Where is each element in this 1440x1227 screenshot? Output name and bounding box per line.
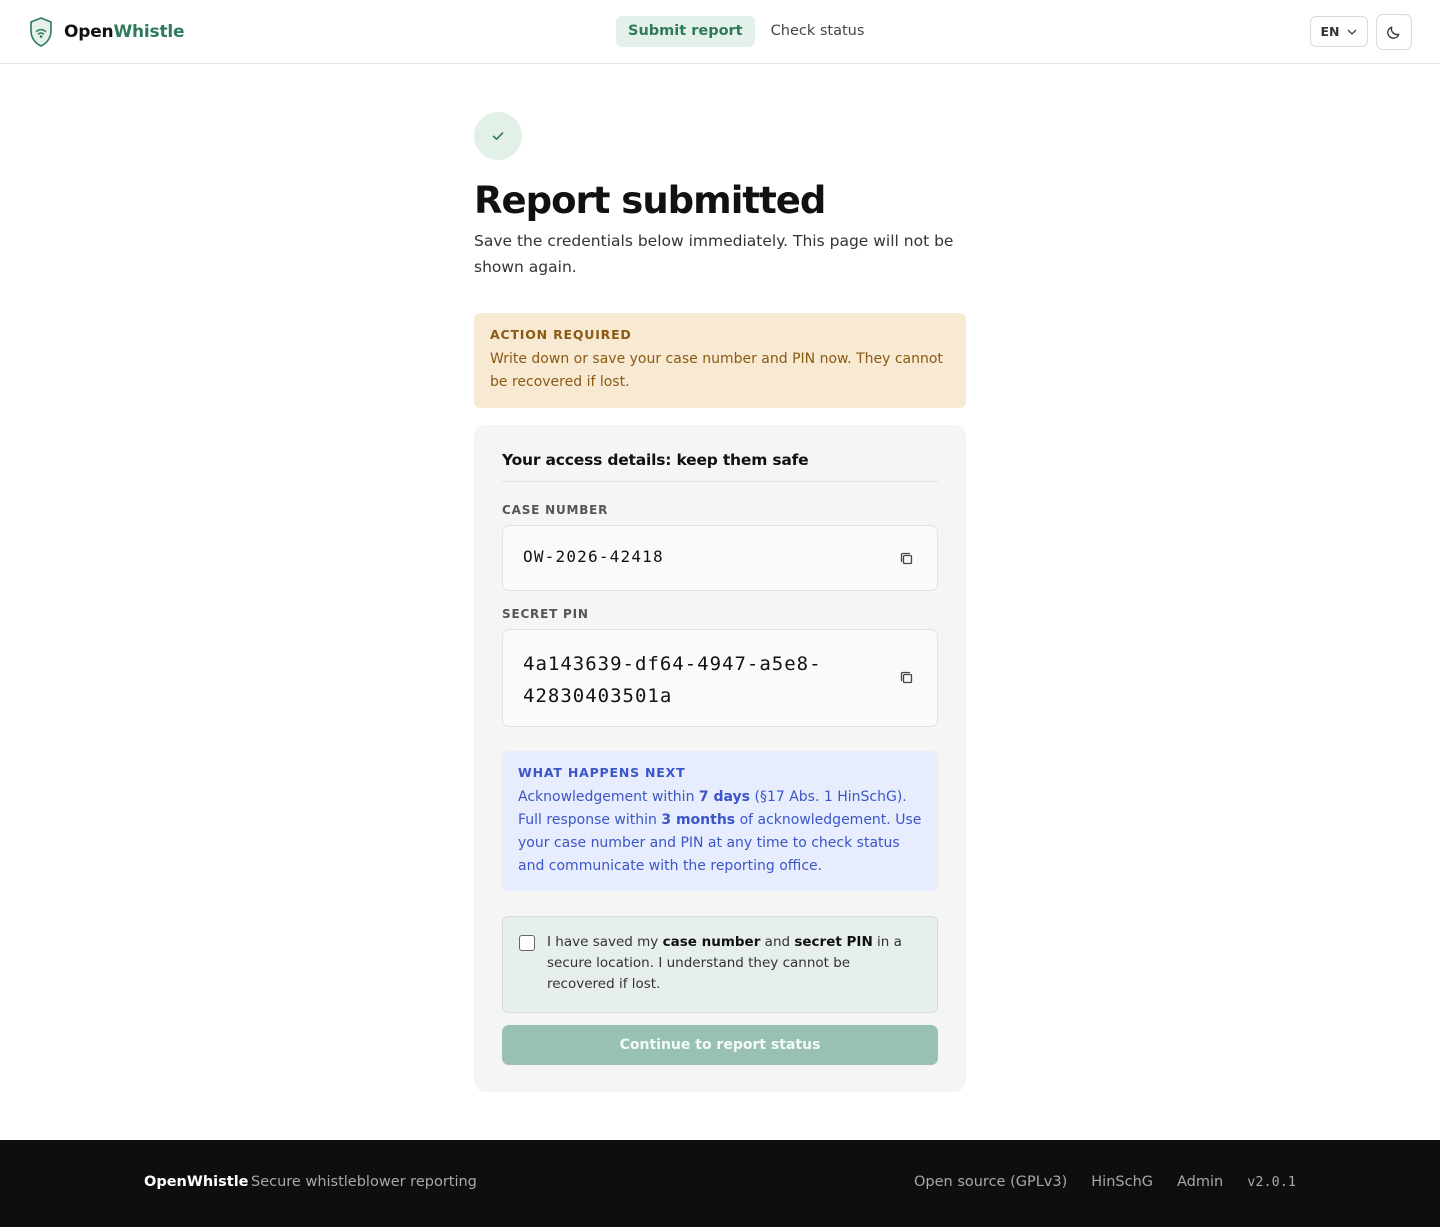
page-subtitle: Save the credentials below immediately. … xyxy=(474,232,954,276)
shield-wifi-icon xyxy=(30,17,52,47)
confirm-text: I have saved my xyxy=(547,934,663,950)
footer-tagline: Secure whistleblower reporting xyxy=(251,1174,477,1190)
moon-icon xyxy=(1387,26,1400,39)
case-number-value[interactable]: OW-2026-42418 xyxy=(523,547,664,566)
language-select[interactable]: EN xyxy=(1310,16,1368,47)
secret-pin-field: 4a143639-df64-4947-a5e8- 42830403501a xyxy=(502,629,938,727)
secret-pin-line2: 42830403501a xyxy=(523,685,673,707)
footer-link-admin[interactable]: Admin xyxy=(1177,1174,1223,1190)
copy-icon xyxy=(900,671,912,683)
alert-title: ACTION REQUIRED xyxy=(490,327,632,342)
what-happens-next-box: WHAT HAPPENS NEXT Acknowledgement within… xyxy=(502,751,938,891)
footer-version: v2.0.1 xyxy=(1247,1174,1296,1190)
secret-pin-line1: 4a143639-df64-4947-a5e8- xyxy=(523,653,822,675)
nav-submit-report[interactable]: Submit report xyxy=(616,16,755,47)
continue-button[interactable]: Continue to report status xyxy=(502,1025,938,1065)
footer-link-open-source[interactable]: Open source (GPLv3) xyxy=(914,1174,1067,1190)
logo-text: OpenWhistle xyxy=(64,22,185,42)
footer: OpenWhistle Secure whistleblower reporti… xyxy=(0,1140,1440,1227)
nav-check-status[interactable]: Check status xyxy=(759,16,877,47)
info-bold-days: 7 days xyxy=(698,789,751,805)
saved-confirmation-checkbox[interactable] xyxy=(519,935,535,951)
logo[interactable]: OpenWhistle xyxy=(28,16,185,48)
secret-pin-value[interactable]: 4a143639-df64-4947-a5e8- 42830403501a xyxy=(523,648,822,712)
success-badge xyxy=(474,112,522,160)
main-content: Report submitted Save the credentials be… xyxy=(474,112,966,1092)
copy-pin-button[interactable] xyxy=(897,668,915,686)
footer-brand: OpenWhistle xyxy=(144,1174,249,1190)
confirm-bold-case: case number xyxy=(662,934,761,950)
case-number-label: CASE NUMBER xyxy=(502,503,609,517)
card-title: Your access details: keep them safe xyxy=(502,451,938,482)
info-bold-months: 3 months xyxy=(661,812,736,828)
saved-confirmation-label[interactable]: I have saved my case number and secret P… xyxy=(547,932,917,995)
info-text: Acknowledgement within xyxy=(518,789,699,805)
language-value: EN xyxy=(1320,24,1340,39)
saved-confirmation: I have saved my case number and secret P… xyxy=(502,916,938,1013)
main-nav: Submit report Check status xyxy=(616,16,876,47)
info-body: Acknowledgement within 7 days (§17 Abs. … xyxy=(518,786,922,878)
action-required-alert: ACTION REQUIRED Write down or save your … xyxy=(474,313,966,408)
access-details-card: Your access details: keep them safe CASE… xyxy=(474,425,966,1092)
logo-text-whistle: Whistle xyxy=(113,22,185,42)
info-title: WHAT HAPPENS NEXT xyxy=(518,765,686,780)
copy-icon xyxy=(900,552,912,564)
page-title: Report submitted xyxy=(474,179,826,222)
check-icon xyxy=(492,132,504,140)
alert-body: Write down or save your case number and … xyxy=(490,351,943,390)
top-header: OpenWhistle Submit report Check status E… xyxy=(0,0,1440,64)
case-number-field: OW-2026-42418 xyxy=(502,525,938,591)
secret-pin-label: SECRET PIN xyxy=(502,607,589,621)
chevron-down-icon xyxy=(1347,29,1356,35)
footer-link-hinschg[interactable]: HinSchG xyxy=(1091,1174,1153,1190)
footer-links: Open source (GPLv3) HinSchG Admin v2.0.1 xyxy=(890,1174,1296,1190)
confirm-text: and xyxy=(760,934,795,950)
copy-case-number-button[interactable] xyxy=(897,549,915,567)
theme-toggle-button[interactable] xyxy=(1376,14,1412,50)
logo-text-open: Open xyxy=(64,22,114,42)
confirm-bold-pin: secret PIN xyxy=(794,934,873,950)
